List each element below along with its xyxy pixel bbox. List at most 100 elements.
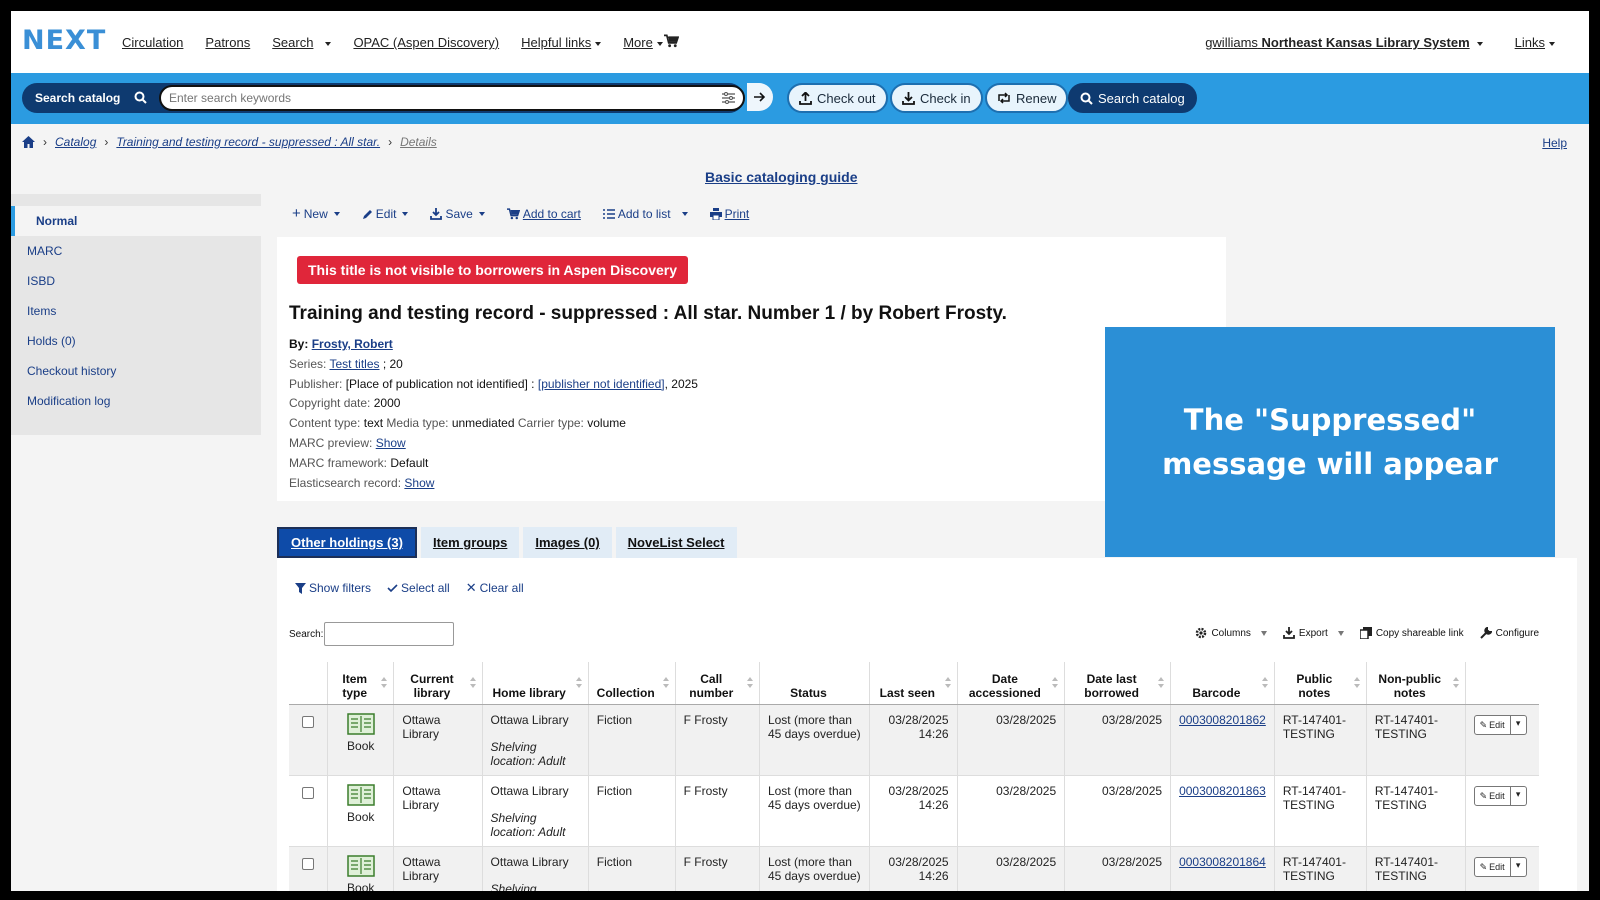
table-search-input[interactable] — [324, 622, 454, 646]
call-number: F Frosty — [674, 775, 760, 847]
call-number: F Frosty — [674, 846, 760, 891]
home-icon[interactable] — [22, 136, 35, 148]
sidebar-item-normal[interactable]: Normal — [11, 206, 261, 236]
breadcrumb-separator-icon: › — [104, 135, 109, 149]
edit-dropdown-toggle[interactable]: ▾ — [1510, 714, 1527, 735]
export-label: Export — [1298, 627, 1328, 639]
col-header-call-number-label: Call number — [689, 671, 734, 700]
help-link[interactable]: Help — [1542, 136, 1567, 150]
sidebar-item-modification-log[interactable]: Modification log — [11, 386, 261, 416]
print-button[interactable]: Print — [709, 207, 749, 221]
user-menu[interactable]: gwilliams Northeast Kansas Library Syste… — [1205, 35, 1483, 50]
checkin-button[interactable]: Check in — [890, 83, 983, 113]
chevron-down-icon — [656, 41, 663, 46]
export-button[interactable]: Export — [1283, 627, 1344, 639]
nav-more[interactable]: More — [623, 35, 663, 50]
col-header-date-accessioned[interactable]: Date accessioned — [956, 662, 1065, 705]
barcode-link[interactable]: 0003008201864 — [1179, 855, 1266, 869]
edit-button-group: ✎ Edit ▾ — [1473, 785, 1531, 806]
item-type: Book — [347, 809, 375, 824]
series-number: ; 20 — [382, 356, 403, 371]
search-catalog-button[interactable]: Search catalog — [1068, 83, 1197, 113]
edit-dropdown-toggle[interactable]: ▾ — [1510, 785, 1527, 806]
search-input[interactable] — [159, 85, 745, 111]
copy-link-button[interactable]: Copy shareable link — [1359, 627, 1464, 639]
tab-item-groups[interactable]: Item groups — [420, 527, 520, 558]
date-last-borrowed: 03/28/2025 — [1064, 704, 1171, 776]
row-checkbox[interactable] — [302, 857, 315, 870]
renew-button[interactable]: Renew — [985, 83, 1069, 113]
tab-novelist-select[interactable]: NoveList Select — [615, 527, 737, 558]
add-to-list-button[interactable]: Add to list — [602, 207, 688, 221]
nav-helpful-links[interactable]: Helpful links — [521, 35, 602, 50]
add-to-cart-button[interactable]: Add to cart — [506, 207, 581, 221]
marc-preview-show-link[interactable]: Show — [376, 436, 406, 450]
publisher-link[interactable]: [publisher not identified] — [538, 377, 665, 391]
author-link[interactable]: Frosty, Robert — [312, 337, 393, 351]
nav-search[interactable]: Search — [272, 35, 332, 50]
edit-dropdown-toggle[interactable]: ▾ — [1510, 856, 1527, 877]
nonpublic-notes: RT-147401-TESTING — [1365, 846, 1466, 891]
barcode-link[interactable]: 0003008201862 — [1179, 713, 1266, 727]
edit-item-button[interactable]: ✎ Edit — [1473, 714, 1511, 735]
breadcrumb-catalog[interactable]: Catalog — [55, 135, 96, 149]
col-header-date-last-borrowed[interactable]: Date last borrowed — [1064, 662, 1171, 705]
col-header-status[interactable]: Status — [758, 662, 870, 705]
sidebar-item-marc[interactable]: MARC — [11, 236, 261, 266]
search-submit-button[interactable] — [747, 83, 773, 111]
username: gwilliams — [1205, 35, 1258, 50]
chevron-down-icon — [1260, 630, 1267, 636]
select-all-link[interactable]: Select all — [387, 580, 450, 596]
col-header-public-notes[interactable]: Public notes — [1273, 662, 1367, 705]
filter-icon — [295, 582, 306, 594]
col-header-collection-label: Collection — [596, 685, 655, 700]
breadcrumb-separator-icon: › — [43, 135, 47, 149]
breadcrumb-record[interactable]: Training and testing record - suppressed… — [116, 135, 380, 149]
configure-button[interactable]: Configure — [1479, 627, 1539, 639]
links-menu[interactable]: Links — [1515, 35, 1555, 50]
edit-item-button[interactable]: ✎ Edit — [1473, 856, 1511, 877]
clear-all-link[interactable]: ✕ Clear all — [466, 580, 524, 596]
row-checkbox[interactable] — [302, 715, 315, 728]
shelving-location: Shelving location: Adult — [490, 739, 566, 768]
col-header-call-number[interactable]: Call number — [674, 662, 760, 705]
col-header-nonpublic-notes[interactable]: Non-public notes — [1365, 662, 1466, 705]
columns-button[interactable]: Columns — [1195, 627, 1267, 639]
koha-logo[interactable]: NEXT — [22, 25, 106, 56]
checkout-button[interactable]: Check out — [787, 83, 888, 113]
nav-circulation[interactable]: Circulation — [122, 35, 183, 50]
cart-icon[interactable] — [664, 34, 679, 48]
edit-item-label: Edit — [1489, 790, 1505, 801]
nav-patrons[interactable]: Patrons — [205, 35, 250, 50]
series-link[interactable]: Test titles — [329, 357, 379, 371]
sliders-icon[interactable] — [722, 92, 735, 104]
tab-other-holdings[interactable]: Other holdings (3) — [277, 527, 417, 558]
nav-opac[interactable]: OPAC (Aspen Discovery) — [353, 35, 499, 50]
new-button[interactable]: + New — [292, 206, 340, 221]
sidebar-item-checkout-history[interactable]: Checkout history — [11, 356, 261, 386]
show-filters-link[interactable]: Show filters — [295, 580, 371, 596]
sidebar-item-isbd[interactable]: ISBD — [11, 266, 261, 296]
shelving-location: Shelving location: Adult — [490, 810, 566, 839]
save-button[interactable]: Save — [430, 207, 485, 221]
col-header-current-library[interactable]: Current library — [393, 662, 483, 705]
col-header-barcode[interactable]: Barcode — [1170, 662, 1275, 705]
tab-images[interactable]: Images (0) — [523, 527, 612, 558]
elasticsearch-show-link[interactable]: Show — [404, 476, 434, 490]
barcode-link[interactable]: 0003008201863 — [1179, 784, 1266, 798]
home-library: Ottawa Library — [490, 783, 569, 798]
edit-item-button[interactable]: ✎ Edit — [1473, 785, 1511, 806]
col-header-home-library[interactable]: Home library — [481, 662, 589, 705]
nav-helpful-links-label: Helpful links — [521, 35, 592, 50]
sidebar-item-items[interactable]: Items — [11, 296, 261, 326]
cataloging-guide-link[interactable]: Basic cataloging guide — [705, 169, 857, 185]
col-header-collection[interactable]: Collection — [587, 662, 676, 705]
search-type-dropdown[interactable]: Search catalog — [35, 91, 120, 105]
publisher-year: , 2025 — [664, 376, 698, 391]
row-checkbox[interactable] — [302, 786, 315, 799]
sidebar-item-holds[interactable]: Holds (0) — [11, 326, 261, 356]
col-header-last-seen[interactable]: Last seen — [869, 662, 958, 705]
edit-item-label: Edit — [1489, 861, 1505, 872]
col-header-item-type[interactable]: Item type — [327, 662, 394, 705]
edit-button[interactable]: Edit — [362, 207, 409, 221]
